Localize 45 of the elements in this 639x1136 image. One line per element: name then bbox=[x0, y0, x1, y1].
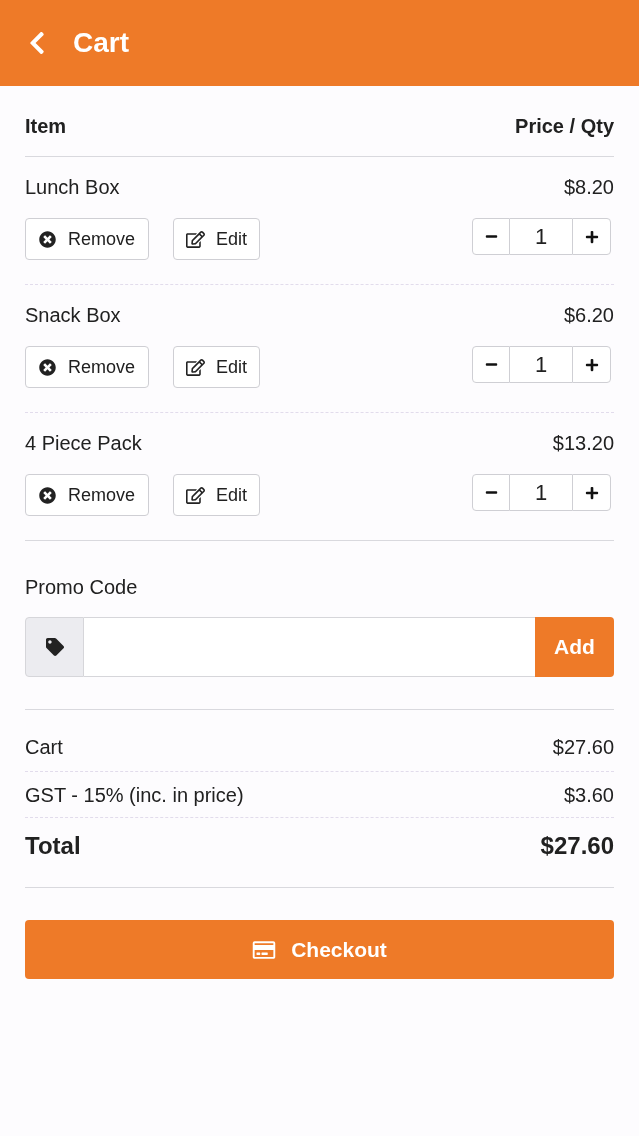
credit-card-icon bbox=[252, 939, 277, 960]
edit-icon bbox=[186, 486, 206, 504]
item-price: $8.20 bbox=[563, 175, 614, 199]
summary-label: GST - 15% (inc. in price) bbox=[25, 782, 244, 807]
edit-button[interactable]: Edit bbox=[173, 346, 261, 388]
edit-icon bbox=[186, 230, 206, 248]
promo-code-label: Promo Code bbox=[25, 575, 139, 599]
remove-button[interactable]: Remove bbox=[25, 474, 150, 516]
plus-icon bbox=[584, 357, 599, 372]
tag-icon bbox=[45, 638, 64, 656]
summary-amount: $27.60 bbox=[552, 735, 614, 759]
increase-button[interactable] bbox=[572, 474, 611, 511]
decrease-button[interactable] bbox=[472, 218, 510, 255]
increase-button[interactable] bbox=[572, 346, 611, 383]
back-icon bbox=[27, 30, 47, 56]
item-column-header: Item bbox=[25, 114, 67, 138]
summary-amount: $3.60 bbox=[563, 782, 614, 807]
decrease-button[interactable] bbox=[472, 474, 510, 511]
decrease-button[interactable] bbox=[472, 346, 510, 383]
quantity-field[interactable]: 1 bbox=[510, 346, 572, 383]
edit-button[interactable]: Edit bbox=[173, 218, 261, 260]
promo-code-field[interactable] bbox=[84, 617, 535, 677]
plus-icon bbox=[584, 229, 599, 244]
plus-icon bbox=[584, 485, 599, 500]
quantity-field[interactable]: 1 bbox=[510, 218, 572, 255]
remove-button[interactable]: Remove bbox=[25, 218, 150, 260]
total-amount: $27.60 bbox=[540, 832, 614, 860]
close-icon bbox=[39, 486, 56, 504]
edit-icon bbox=[186, 358, 206, 376]
item-name: Lunch Box bbox=[25, 175, 120, 199]
back-button[interactable] bbox=[27, 30, 47, 56]
increase-button[interactable] bbox=[572, 218, 611, 255]
item-price: $6.20 bbox=[563, 303, 614, 327]
summary-label: Cart bbox=[25, 735, 63, 759]
item-name: Snack Box bbox=[25, 303, 121, 327]
total-label: Total bbox=[25, 832, 81, 860]
page-title: Cart bbox=[73, 27, 129, 59]
item-name: 4 Piece Pack bbox=[25, 431, 142, 455]
quantity-field[interactable]: 1 bbox=[510, 474, 572, 511]
close-icon bbox=[39, 358, 56, 376]
remove-button[interactable]: Remove bbox=[25, 346, 150, 388]
price-qty-column-header: Price / Qty bbox=[515, 114, 614, 138]
close-icon bbox=[39, 230, 56, 248]
item-price: $13.20 bbox=[552, 431, 614, 455]
edit-button[interactable]: Edit bbox=[173, 474, 261, 516]
